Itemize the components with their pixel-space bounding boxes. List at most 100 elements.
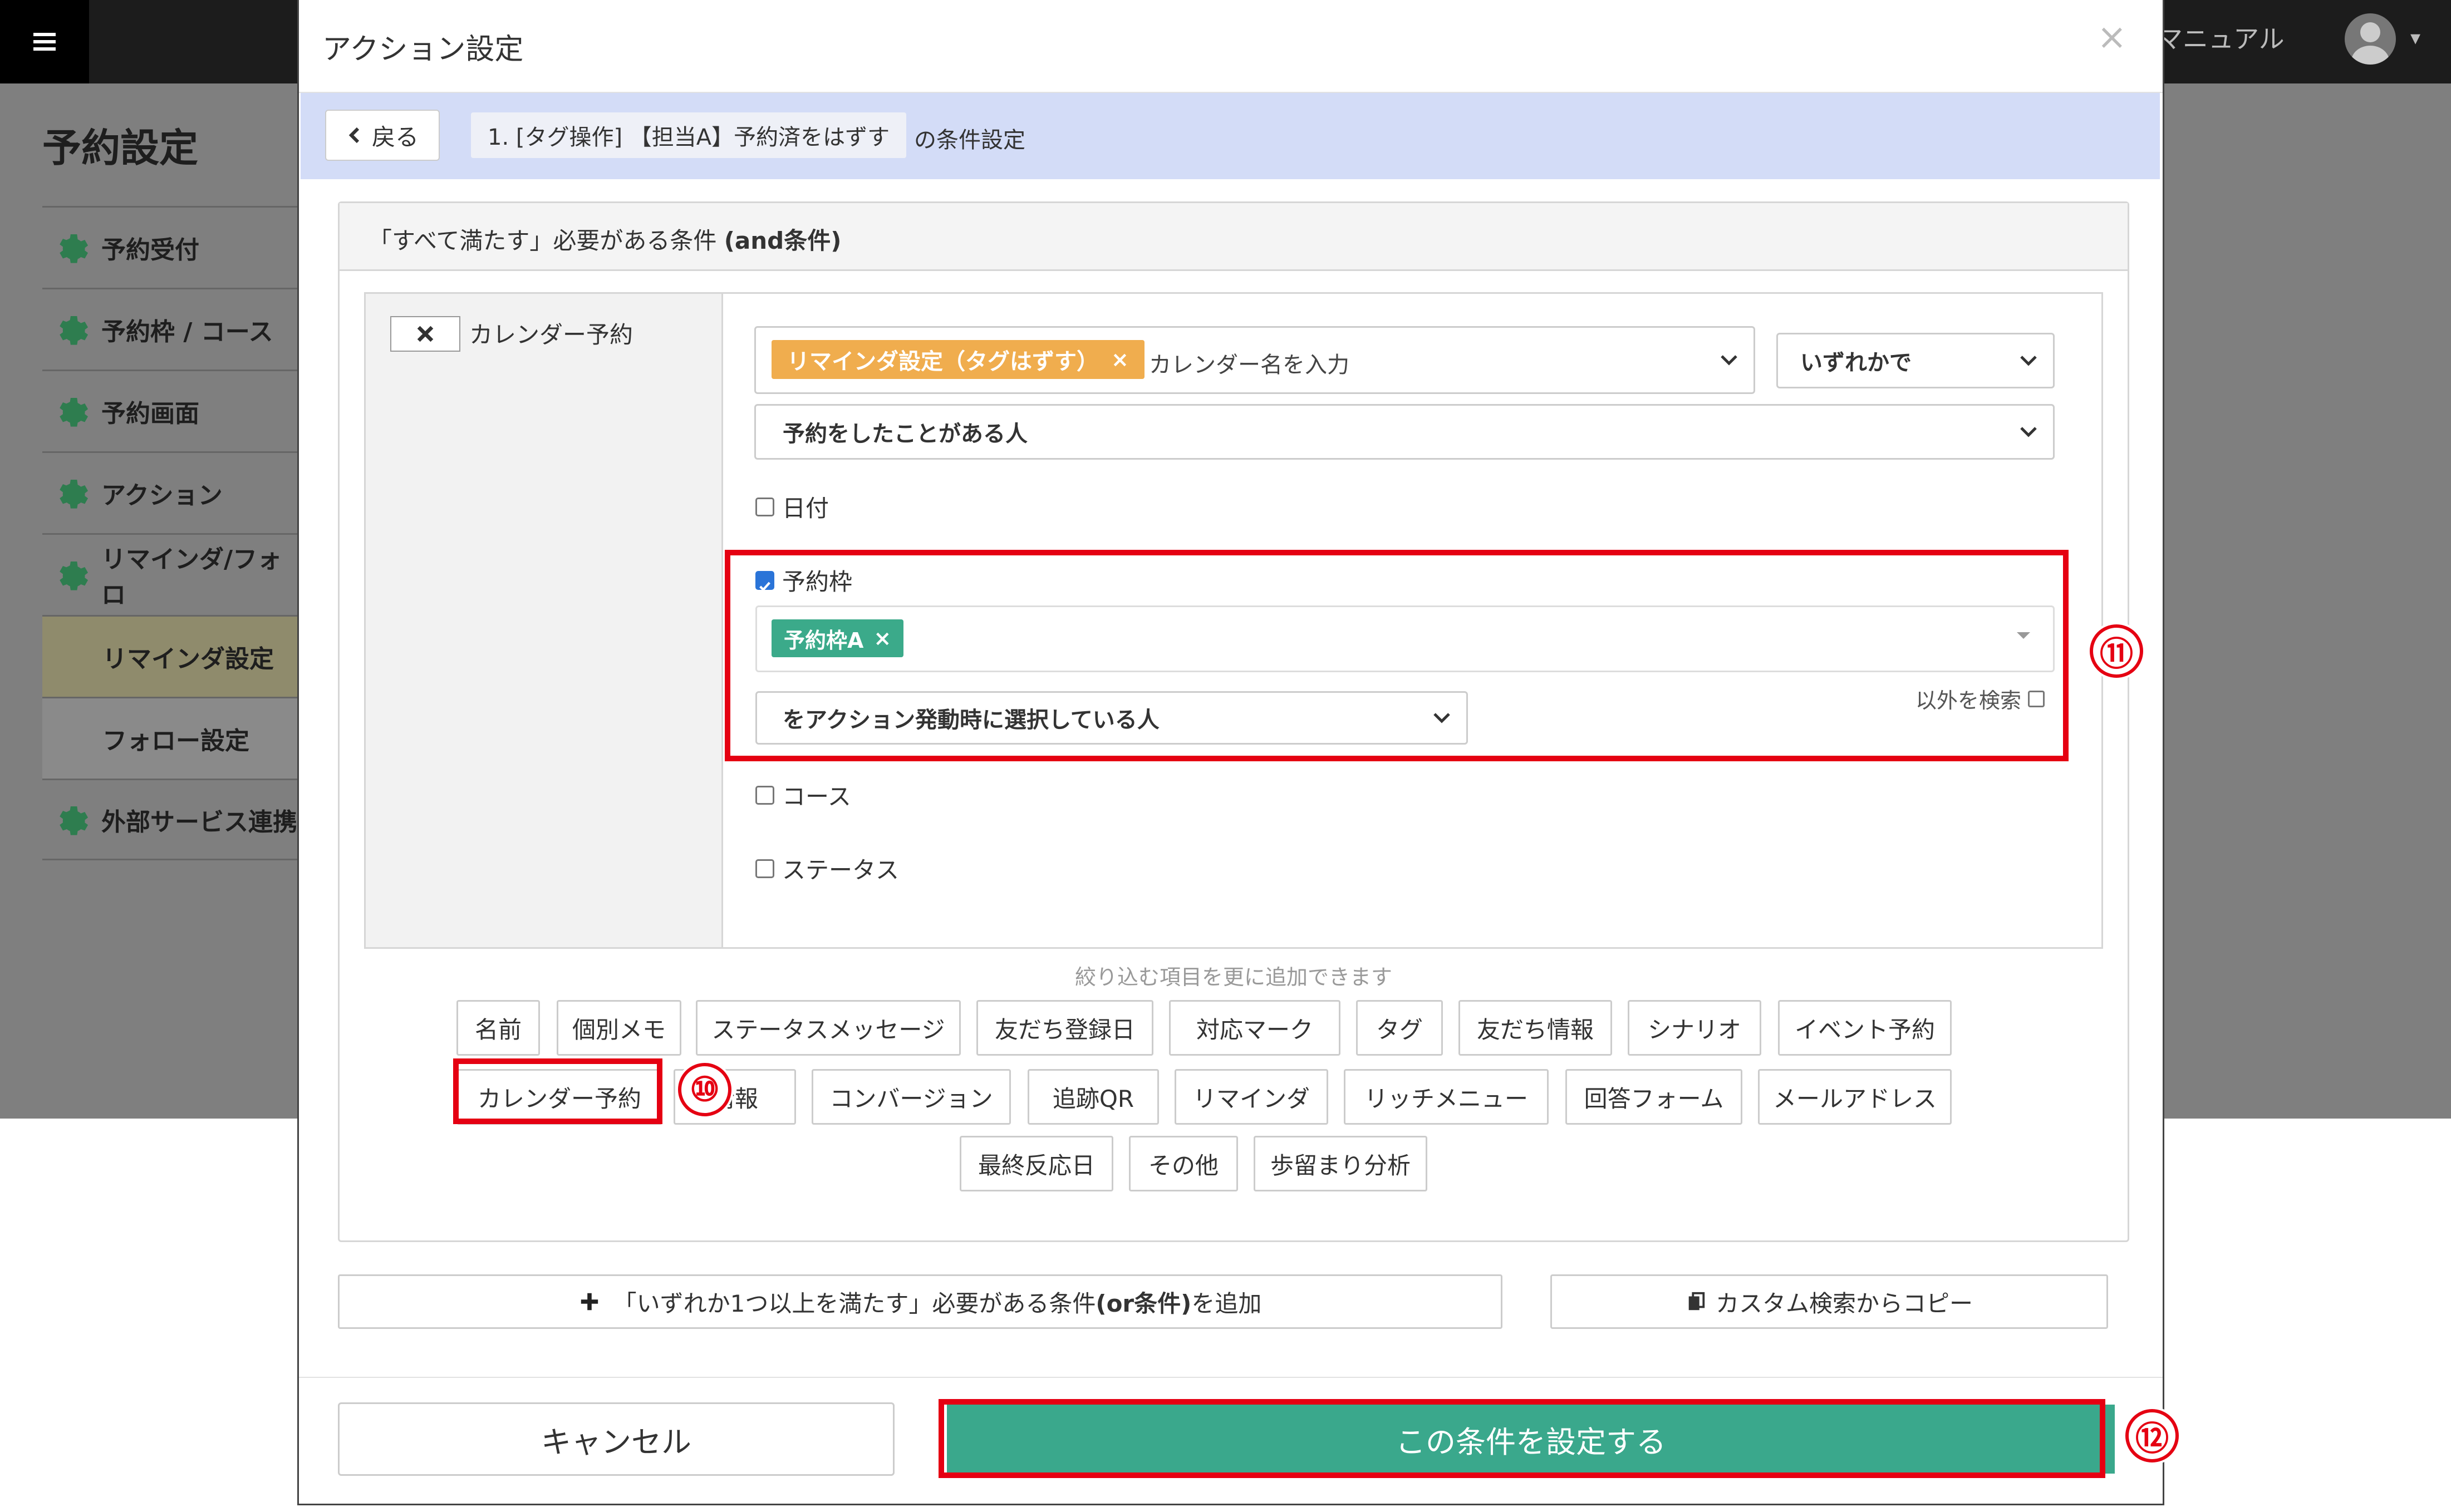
chevron-down-icon (1433, 712, 1451, 723)
filter-memo-button[interactable]: 個別メモ (557, 1000, 681, 1056)
and-title-text: 「すべて満たす」必要がある条件 (369, 227, 724, 254)
action-breadcrumb: 1. [タグ操作] 【担当A】予約済をはずす (471, 112, 907, 158)
condition-name: カレンダー予約 (469, 321, 633, 348)
filter-tag-button[interactable]: タグ (1356, 1000, 1443, 1056)
hamburger-icon[interactable] (0, 0, 89, 83)
filter-other-button[interactable]: その他 (1129, 1136, 1238, 1191)
filter-last-response-button[interactable]: 最終反応日 (960, 1136, 1113, 1191)
calendar-tag-chip: リマインダ設定（タグはずす） × (772, 340, 1145, 379)
sidebar-item-label: フォロー設定 (102, 727, 249, 755)
close-icon[interactable]: × (2097, 17, 2127, 58)
filter-friend-date-button[interactable]: 友だち登録日 (976, 1000, 1153, 1056)
match-mode-value: いずれかで (1800, 350, 1912, 376)
calendar-search-input[interactable]: カレンダー名を入力 (1149, 347, 1349, 379)
calendar-select[interactable]: リマインダ設定（タグはずす） × カレンダー名を入力 (754, 326, 1755, 394)
modal-title: アクション設定 (322, 33, 524, 66)
filter-yield-button[interactable]: 歩留まり分析 (1254, 1136, 1427, 1191)
set-condition-button[interactable]: この条件を設定する (947, 1405, 2115, 1474)
chevron-left-icon (346, 127, 363, 144)
frame-label: 予約枠 (782, 568, 853, 595)
annotation-label: ⑫ (2125, 1409, 2179, 1462)
plus-icon (579, 1291, 600, 1312)
filter-scenario-button[interactable]: シナリオ (1628, 1000, 1761, 1056)
match-mode-select[interactable]: いずれかで (1776, 333, 2055, 388)
add-or-condition-button[interactable]: 「いずれか1つ以上を満たす」必要がある条件 (or条件) を追加 (338, 1274, 1502, 1329)
filter-mark-button[interactable]: 対応マーク (1169, 1000, 1340, 1056)
checkbox[interactable] (755, 859, 774, 878)
status-checkbox[interactable]: ステータス (755, 851, 899, 885)
frame-multiselect[interactable]: 予約枠A × (755, 605, 2055, 672)
remove-tag-icon[interactable]: × (1111, 347, 1129, 372)
annotation-number-12: ⑫ (2123, 1407, 2181, 1465)
page-title: 予約設定 (42, 125, 198, 171)
gear-icon (53, 311, 90, 348)
sidebar-item-reservation-screen[interactable]: 予約画面 (42, 370, 298, 451)
copy-icon (1686, 1291, 1707, 1312)
sidebar-item-frames-courses[interactable]: 予約枠 / コース (42, 288, 298, 370)
frame-checkbox[interactable]: 予約枠 (755, 563, 852, 597)
reservation-history-select[interactable]: 予約をしたことがある人 (754, 404, 2055, 460)
sidebar-item-reminder-follow[interactable]: リマインダ/フォロ (42, 533, 298, 615)
checkbox-checked[interactable] (755, 570, 774, 592)
filter-conversion-button[interactable]: コンバージョン (812, 1069, 1011, 1125)
cancel-button[interactable]: キャンセル (338, 1402, 895, 1476)
and-panel-header: 「すべて満たす」必要がある条件 (and条件) (340, 203, 2128, 271)
avatar[interactable] (2345, 13, 2396, 65)
chevron-down-icon[interactable]: ▾ (2410, 27, 2420, 50)
checkbox[interactable] (755, 785, 774, 805)
calendar-tag-label: リマインダ設定（タグはずす） (787, 349, 1099, 375)
date-label: 日付 (782, 495, 829, 522)
checkbox[interactable] (755, 497, 774, 516)
caret-down-icon (2015, 631, 2032, 641)
sidebar-item-label: 予約受付 (101, 236, 199, 264)
action-trigger-value: をアクション発動時に選択している人 (783, 707, 1160, 733)
and-panel-title: 「すべて満たす」必要がある条件 (and条件) (369, 222, 841, 256)
gear-icon (53, 393, 90, 430)
checkbox[interactable] (2028, 690, 2045, 707)
action-trigger-select[interactable]: をアクション発動時に選択している人 (755, 691, 1468, 745)
filter-status-message-button[interactable]: ステータスメッセージ (696, 1000, 961, 1056)
chevron-down-icon (1720, 354, 1738, 366)
filter-name-button[interactable]: 名前 (456, 1000, 540, 1056)
sidebar-item-label: アクション (101, 481, 223, 510)
and-condition-panel: 「すべて満たす」必要がある条件 (and条件) カレンダー予約 リマインダ設定（… (338, 201, 2129, 1242)
sidebar-item-follow-settings[interactable]: フォロー設定 (42, 697, 298, 779)
sidebar-item-action[interactable]: アクション (42, 451, 298, 533)
back-label: 戻る (371, 123, 419, 151)
filter-event-button[interactable]: イベント予約 (1778, 1000, 1952, 1056)
filter-form-button[interactable]: 回答フォーム (1565, 1069, 1742, 1125)
manual-link[interactable]: マニュアル (2157, 19, 2285, 56)
close-icon (416, 324, 435, 343)
sidebar-item-label: リマインダ設定 (102, 645, 274, 673)
filter-qr-button[interactable]: 追跡QR (1028, 1069, 1159, 1125)
sidebar-item-external-services[interactable]: 外部サービス連携 (42, 779, 298, 860)
sidebar-item-label: 予約枠 / コース (101, 318, 273, 346)
filter-calendar-button[interactable]: カレンダー予約 (456, 1069, 662, 1125)
remove-frame-icon[interactable]: × (873, 626, 891, 651)
annotation-number-11: ⑪ (2087, 622, 2145, 680)
sidebar-item-reservation[interactable]: 予約受付 (42, 206, 298, 288)
sidebar-item-label: 外部サービス連携 (101, 807, 297, 836)
exclude-search-toggle[interactable]: 以外を検索 (1915, 683, 2045, 714)
gear-icon (53, 556, 90, 593)
remove-condition-button[interactable] (390, 316, 460, 352)
annotation-label: ⑪ (2090, 624, 2143, 678)
calendar-condition: カレンダー予約 リマインダ設定（タグはずす） × カレンダー名を入力 いずれかで… (364, 292, 2103, 949)
or-button-bold: (or条件) (1096, 1289, 1192, 1317)
filter-friend-info-button[interactable]: 友だち情報 (1458, 1000, 1612, 1056)
frame-chip: 予約枠A × (772, 619, 904, 657)
filter-reminder-button[interactable]: リマインダ (1175, 1069, 1328, 1125)
back-button[interactable]: 戻る (325, 110, 440, 161)
divider (299, 1377, 2163, 1378)
filter-email-button[interactable]: メールアドレス (1758, 1069, 1952, 1125)
copy-custom-search-button[interactable]: カスタム検索からコピー (1550, 1274, 2108, 1329)
condition-label-column: カレンダー予約 (366, 294, 723, 947)
gear-icon (53, 475, 90, 511)
filter-richmenu-button[interactable]: リッチメニュー (1344, 1069, 1549, 1125)
or-button-suffix: を追加 (1191, 1289, 1262, 1317)
gear-icon (53, 229, 90, 266)
gear-icon (53, 801, 90, 838)
course-checkbox[interactable]: コース (755, 778, 851, 812)
sidebar-item-reminder-settings[interactable]: リマインダ設定 (42, 615, 298, 697)
date-checkbox[interactable]: 日付 (755, 490, 829, 524)
